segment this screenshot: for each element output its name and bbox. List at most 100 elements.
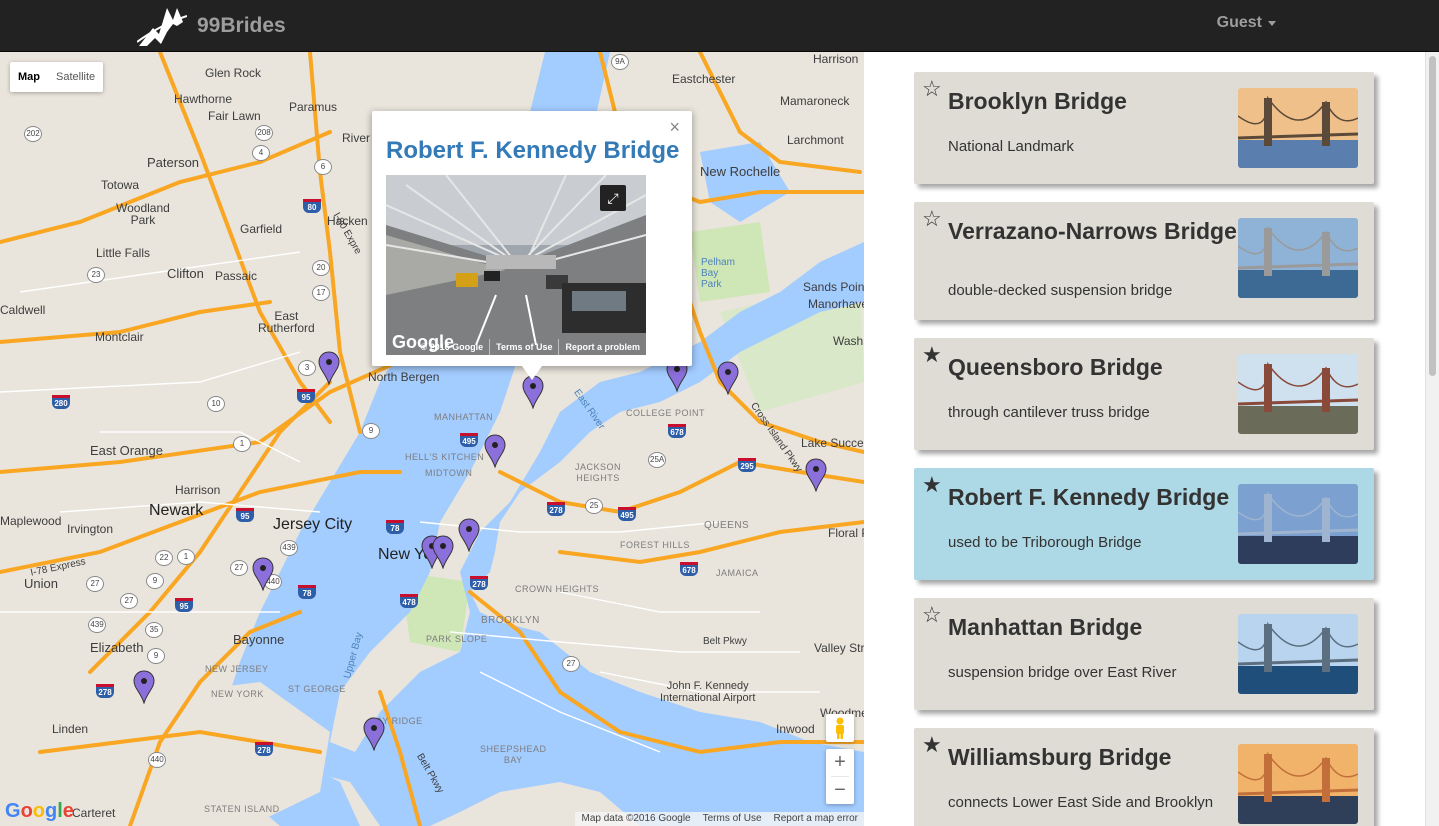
route-shield: 9A [611, 54, 629, 70]
star-filled-icon[interactable]: ★ [922, 342, 942, 368]
map-label: QUEENS [704, 520, 750, 531]
map-terms-link[interactable]: Terms of Use [697, 812, 768, 826]
map-label: New Rochelle [700, 164, 781, 179]
bridge-name[interactable]: Manhattan Bridge [948, 615, 1238, 639]
map-label: East Orange [90, 443, 163, 458]
zoom-in-button[interactable]: + [826, 749, 854, 776]
bridge-photo [1238, 88, 1358, 168]
bridge-marker-icon[interactable] [363, 717, 385, 751]
map-label: Paterson [147, 155, 200, 170]
map-type-map-button[interactable]: Map [10, 62, 48, 92]
scrollbar-thumb[interactable] [1429, 56, 1436, 376]
star-filled-icon[interactable]: ★ [922, 732, 942, 758]
star-outline-icon[interactable]: ☆ [922, 206, 942, 232]
bridge-thumbnail[interactable] [1238, 354, 1358, 434]
street-view-pegman-icon[interactable] [826, 714, 854, 742]
map-type-satellite-button[interactable]: Satellite [48, 62, 103, 92]
street-view-copyright: © 2016 Google [420, 342, 484, 352]
bridge-marker-icon[interactable] [318, 351, 340, 385]
map-label: Maplewood [0, 514, 62, 528]
bridge-marker-icon[interactable] [805, 458, 827, 492]
bridge-name[interactable]: Williamsburg Bridge [948, 745, 1238, 769]
bridge-card[interactable]: ★ Queensboro Bridge through cantilever tru… [914, 338, 1374, 450]
bridge-thumbnail[interactable] [1238, 88, 1358, 168]
street-view-terms-link[interactable]: Terms of Use [489, 339, 558, 355]
map-label: Fair Lawn [208, 109, 261, 123]
google-logo[interactable]: Google [5, 800, 74, 823]
map-label: ST GEORGE [288, 684, 346, 694]
map-label: Washi [833, 334, 864, 348]
bridge-photo [1238, 484, 1358, 564]
route-shield: 1 [177, 549, 195, 565]
interstate-shield: 495 [460, 433, 478, 447]
bridge-list[interactable]: ☆ Brooklyn Bridge National Landmark ☆ Verraz… [864, 52, 1439, 826]
bridge-card[interactable]: ☆ Brooklyn Bridge National Landmark [914, 72, 1374, 184]
map-label: Belt Pkwy [703, 636, 747, 647]
bridge-marker-icon[interactable] [252, 557, 274, 591]
zoom-out-button[interactable]: − [826, 777, 854, 804]
map[interactable]: Glen Rock Hawthorne Paramus Fair Lawn Ri… [0, 52, 864, 826]
user-menu-label: Guest [1216, 14, 1262, 31]
map-label: BROOKLYN [481, 615, 540, 626]
bridge-name[interactable]: Robert F. Kennedy Bridge [948, 485, 1238, 509]
interstate-shield: 95 [236, 508, 254, 522]
bridge-card[interactable]: ★ Robert F. Kennedy Bridge used to be Trib… [914, 468, 1374, 580]
star-filled-icon[interactable]: ★ [922, 472, 942, 498]
list-scrollbar[interactable] [1425, 52, 1439, 826]
user-menu-dropdown[interactable]: Guest [1217, 14, 1276, 32]
route-shield: 9 [147, 648, 165, 664]
bridge-card[interactable]: ☆ Verrazano-Narrows Bridge double-decked s… [914, 202, 1374, 320]
bridge-thumbnail[interactable] [1238, 744, 1358, 824]
map-label: Union [24, 576, 58, 591]
bridge-marker-icon[interactable] [717, 361, 739, 395]
interstate-shield: 95 [175, 598, 193, 612]
map-label: JAMAICA [716, 568, 759, 578]
street-view-report-link[interactable]: Report a problem [558, 339, 646, 355]
route-shield: 23 [87, 267, 105, 283]
bridge-thumbnail[interactable] [1238, 484, 1358, 564]
bridge-thumbnail[interactable] [1238, 614, 1358, 694]
route-shield: 27 [230, 560, 248, 576]
brand-name: 99Brides [197, 14, 286, 37]
bridge-name[interactable]: Verrazano-Narrows Bridge [948, 219, 1238, 243]
bridge-card[interactable]: ★ Williamsburg Bridge connects Lower East … [914, 728, 1374, 826]
map-report-link[interactable]: Report a map error [768, 812, 864, 826]
brand-link[interactable]: 99Brides [137, 4, 286, 48]
map-label: Elizabeth [90, 640, 144, 655]
route-shield: 3 [298, 360, 316, 376]
map-label: Manorhave [808, 297, 864, 311]
map-label: Glen Rock [205, 66, 262, 80]
bridge-card[interactable]: ☆ Manhattan Bridge suspension bridge over … [914, 598, 1374, 710]
bridge-logo-icon [137, 8, 187, 46]
bridge-description: suspension bridge over East River [948, 664, 1177, 681]
map-label: PARK SLOPE [426, 634, 488, 644]
bridge-thumbnail[interactable] [1238, 218, 1358, 298]
map-label: MANHATTAN [434, 412, 494, 422]
bridge-marker-icon[interactable] [484, 434, 506, 468]
bridge-name[interactable]: Queensboro Bridge [948, 355, 1238, 379]
bridge-marker-icon[interactable] [432, 535, 454, 569]
close-icon[interactable]: × [669, 117, 680, 138]
route-shield: 4 [252, 145, 270, 161]
fullscreen-icon[interactable]: ⤢ [600, 185, 626, 211]
street-view-photo[interactable]: ⤢ Google © 2016 Google Terms of Use Repo… [386, 175, 646, 355]
map-label: Caldwell [0, 303, 46, 317]
map-label: Harrison [175, 483, 221, 497]
info-window-title[interactable]: Robert F. Kennedy Bridge [386, 137, 679, 165]
map-label: COLLEGE POINT [626, 408, 706, 418]
bridge-marker-icon[interactable] [458, 518, 480, 552]
map-label: Passaic [215, 269, 258, 283]
map-label: Little Falls [96, 246, 151, 260]
map-label: Newark [149, 502, 204, 519]
star-outline-icon[interactable]: ☆ [922, 602, 942, 628]
map-label: NEW YORK [211, 689, 264, 699]
route-shield: 6 [314, 159, 332, 175]
bridge-name[interactable]: Brooklyn Bridge [948, 89, 1238, 113]
bridge-marker-icon[interactable] [133, 670, 155, 704]
route-shield: 440 [148, 752, 166, 768]
route-shield: 20 [312, 260, 330, 276]
route-shield: 439 [88, 617, 106, 633]
bridge-marker-icon[interactable] [522, 375, 544, 409]
route-shield: 25 [585, 498, 603, 514]
star-outline-icon[interactable]: ☆ [922, 76, 942, 102]
